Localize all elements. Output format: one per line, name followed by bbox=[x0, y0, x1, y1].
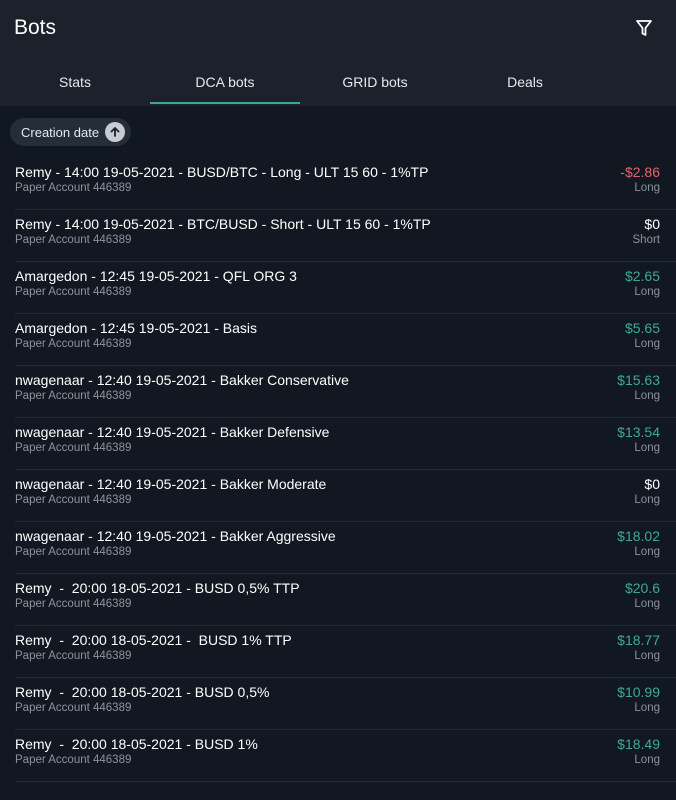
bot-pnl: $18.49 bbox=[617, 736, 660, 752]
sort-bar: Creation date bbox=[0, 106, 676, 158]
tab-grid-bots[interactable]: GRID bots bbox=[300, 60, 450, 106]
bot-name: Remy - 20:00 18-05-2021 - BUSD 0,5% bbox=[15, 684, 270, 700]
bot-row[interactable]: Remy - 20:00 18-05-2021 - BUSD 1% Paper A… bbox=[15, 730, 676, 782]
bot-pnl: $0 bbox=[644, 216, 660, 232]
bot-account: Paper Account 446389 bbox=[15, 442, 132, 454]
bot-side: Short bbox=[632, 234, 661, 246]
bot-row[interactable]: Amargedon - 12:45 19-05-2021 - QFL ORG 3… bbox=[15, 262, 676, 314]
bot-name: nwagenaar - 12:40 19-05-2021 - Bakker De… bbox=[15, 424, 330, 440]
bot-pnl: $18.02 bbox=[617, 528, 660, 544]
bot-row[interactable]: Remy - 20:00 18-05-2021 - BUSD 0,5% TTP P… bbox=[15, 574, 676, 626]
bot-account: Paper Account 446389 bbox=[15, 754, 132, 766]
bot-side: Long bbox=[634, 702, 660, 714]
bot-list: Remy - 14:00 19-05-2021 - BUSD/BTC - Lon… bbox=[0, 158, 676, 782]
top-bar: Bots Stats DCA bots GRID bots Deals bbox=[0, 0, 676, 106]
page-title: Bots bbox=[14, 16, 57, 39]
bot-name: Remy - 20:00 18-05-2021 - BUSD 1% TTP bbox=[15, 632, 292, 648]
bot-row[interactable]: Remy - 14:00 19-05-2021 - BUSD/BTC - Lon… bbox=[15, 158, 676, 210]
bot-account: Paper Account 446389 bbox=[15, 702, 132, 714]
bot-name: Amargedon - 12:45 19-05-2021 - Basis bbox=[15, 320, 258, 336]
bot-name: Remy - 20:00 18-05-2021 - BUSD 0,5% TTP bbox=[15, 580, 300, 596]
bot-name: nwagenaar - 12:40 19-05-2021 - Bakker Ag… bbox=[15, 528, 336, 544]
bot-pnl: $20.6 bbox=[624, 580, 660, 596]
bot-name: Amargedon - 12:45 19-05-2021 - QFL ORG 3 bbox=[15, 268, 297, 284]
bot-pnl: -$2.86 bbox=[620, 164, 660, 180]
bot-side: Long bbox=[634, 494, 660, 506]
bot-side: Long bbox=[634, 442, 660, 454]
bot-row[interactable]: nwagenaar - 12:40 19-05-2021 - Bakker Co… bbox=[15, 366, 676, 418]
bot-side: Long bbox=[634, 338, 660, 350]
bot-side: Long bbox=[634, 598, 660, 610]
sort-creation-date-button[interactable]: Creation date bbox=[10, 118, 132, 146]
bot-row[interactable]: nwagenaar - 12:40 19-05-2021 - Bakker De… bbox=[15, 418, 676, 470]
tab-deals[interactable]: Deals bbox=[450, 60, 600, 106]
bot-account: Paper Account 446389 bbox=[15, 286, 132, 298]
tab-stats[interactable]: Stats bbox=[0, 60, 150, 106]
bot-side: Long bbox=[634, 650, 660, 662]
bot-row[interactable]: nwagenaar - 12:40 19-05-2021 - Bakker Ag… bbox=[15, 522, 676, 574]
tab-bar: Stats DCA bots GRID bots Deals bbox=[0, 60, 676, 106]
bot-row[interactable]: nwagenaar - 12:40 19-05-2021 - Bakker Mo… bbox=[15, 470, 676, 522]
bot-account: Paper Account 446389 bbox=[15, 390, 132, 402]
filter-icon[interactable] bbox=[634, 18, 654, 38]
bot-account: Paper Account 446389 bbox=[15, 598, 132, 610]
bot-row[interactable]: Remy - 14:00 19-05-2021 - BTC/BUSD - Sho… bbox=[15, 210, 676, 262]
bot-side: Long bbox=[634, 546, 660, 558]
bot-name: nwagenaar - 12:40 19-05-2021 - Bakker Mo… bbox=[15, 476, 327, 492]
bot-account: Paper Account 446389 bbox=[15, 338, 132, 350]
bot-account: Paper Account 446389 bbox=[15, 650, 132, 662]
bot-row[interactable]: Amargedon - 12:45 19-05-2021 - Basis Pape… bbox=[15, 314, 676, 366]
bot-side: Long bbox=[634, 390, 660, 402]
bot-side: Long bbox=[634, 182, 660, 194]
bot-account: Paper Account 446389 bbox=[15, 182, 132, 194]
bot-account: Paper Account 446389 bbox=[15, 546, 132, 558]
bot-account: Paper Account 446389 bbox=[15, 494, 132, 506]
bot-pnl: $5.65 bbox=[624, 320, 660, 336]
bot-pnl: $15.63 bbox=[617, 372, 660, 388]
bot-pnl: $18.77 bbox=[617, 632, 660, 648]
bot-account: Paper Account 446389 bbox=[15, 234, 132, 246]
bot-name: Remy - 14:00 19-05-2021 - BTC/BUSD - Sho… bbox=[15, 216, 431, 232]
sort-label: Creation date bbox=[21, 124, 100, 140]
bot-pnl: $0 bbox=[644, 476, 660, 492]
arrow-up-icon bbox=[105, 122, 126, 142]
bot-row[interactable]: Remy - 20:00 18-05-2021 - BUSD 0,5% Paper… bbox=[15, 678, 676, 730]
bot-name: Remy - 14:00 19-05-2021 - BUSD/BTC - Lon… bbox=[15, 164, 429, 180]
tab-dca-bots[interactable]: DCA bots bbox=[150, 60, 300, 106]
bot-name: Remy - 20:00 18-05-2021 - BUSD 1% bbox=[15, 736, 258, 752]
bot-name: nwagenaar - 12:40 19-05-2021 - Bakker Co… bbox=[15, 372, 349, 388]
bot-pnl: $2.65 bbox=[624, 268, 660, 284]
bot-pnl: $10.99 bbox=[617, 684, 660, 700]
bot-pnl: $13.54 bbox=[617, 424, 660, 440]
bot-side: Long bbox=[634, 754, 660, 766]
bot-row[interactable]: Remy - 20:00 18-05-2021 - BUSD 1% TTP Pap… bbox=[15, 626, 676, 678]
bot-side: Long bbox=[634, 286, 660, 298]
